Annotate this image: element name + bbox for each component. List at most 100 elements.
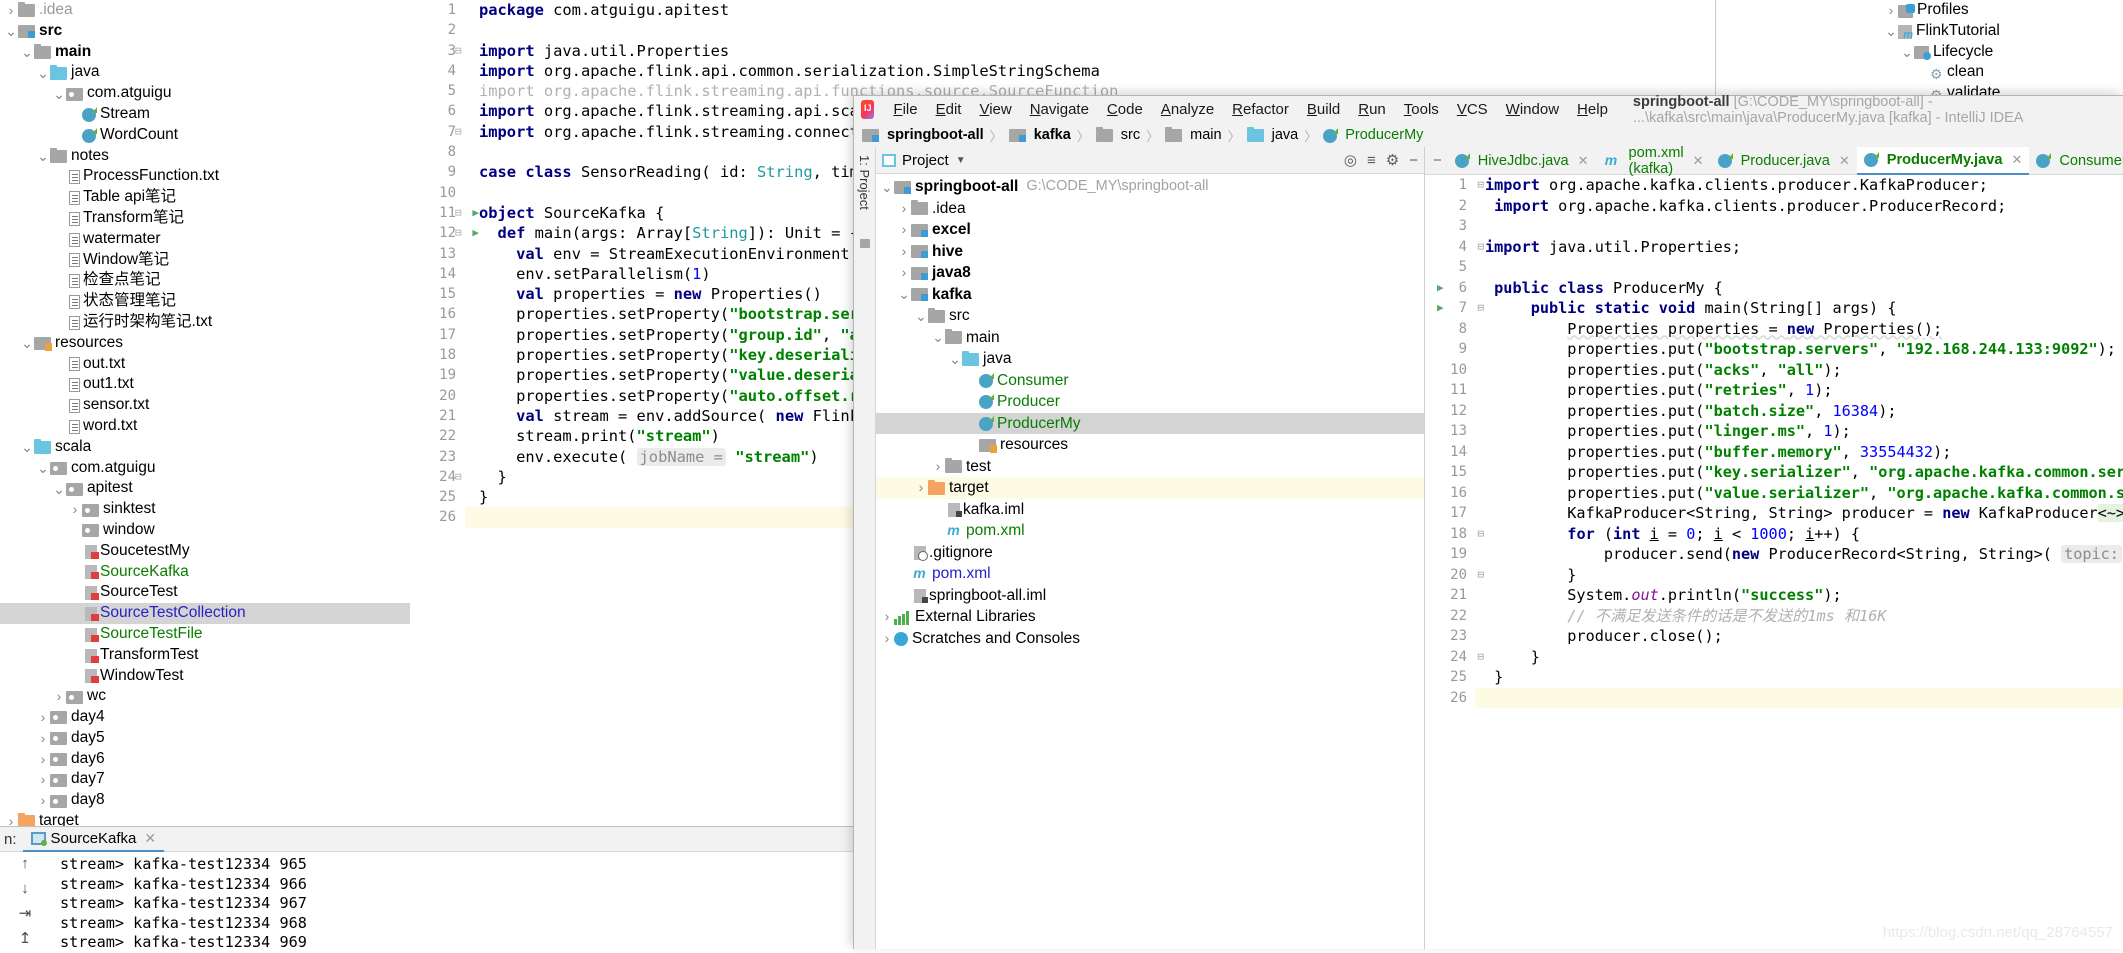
chevron-right-icon[interactable]: › [36, 707, 50, 728]
chevron-down-icon[interactable]: ⌄ [20, 336, 34, 350]
editor-tab-hivejdbc-java[interactable]: HiveJdbc.java ✕ [1448, 147, 1596, 175]
chevron-right-icon[interactable]: › [897, 198, 911, 220]
code-line[interactable]: producer.send(new ProducerRecord<String,… [1475, 544, 2123, 565]
chevron-down-icon[interactable]: ⌄ [20, 45, 34, 59]
code-line[interactable]: producer.close(); [1475, 626, 2123, 647]
tree-row[interactable]: WindowTest [0, 666, 410, 687]
tree-row[interactable]: 状态管理笔记 [0, 291, 410, 312]
menu-item-run[interactable]: Run [1349, 98, 1395, 121]
tree-row[interactable]: › day5 [0, 728, 410, 749]
console-tab-sourcekafka[interactable]: SourceKafka ✕ [22, 827, 165, 852]
tree-row[interactable]: Consumer [876, 370, 1424, 392]
tree-row[interactable]: ⌄ main [876, 327, 1424, 349]
tree-row[interactable]: Window笔记 [0, 250, 410, 271]
tree-row[interactable]: 检查点笔记 [0, 270, 410, 291]
code-line[interactable]: ⊟ import java.util.Properties [455, 41, 2123, 61]
breadcrumb-item-producermy[interactable]: ProducerMy [1323, 127, 1423, 143]
tree-row[interactable]: ⌄ springboot-all G:\CODE_MY\springboot-all [876, 176, 1424, 198]
code-fold-icon[interactable]: ⊟ [455, 203, 462, 223]
chevron-down-icon[interactable]: ⌄ [1884, 24, 1898, 38]
code-fold-icon[interactable]: ⊟ [455, 41, 462, 61]
chevron-right-icon[interactable]: › [880, 628, 894, 650]
code-line[interactable] [1475, 216, 2123, 237]
chevron-right-icon[interactable]: › [4, 811, 18, 826]
menu-bar[interactable]: FileEditViewNavigateCodeAnalyzeRefactorB… [854, 94, 2123, 126]
tree-row[interactable]: › wc [0, 686, 410, 707]
tree-row[interactable]: › Scratches and Consoles [876, 628, 1424, 650]
chevron-down-icon[interactable]: ⌄ [931, 330, 945, 344]
tree-row[interactable]: out.txt [0, 354, 410, 375]
project-tool-button[interactable]: 1: Project [857, 155, 872, 210]
code-line[interactable]: properties.put("retries", 1); [1475, 380, 2123, 401]
console-toolbar-button-0[interactable]: ↑ [14, 855, 36, 873]
code-line[interactable]: properties.put("key.serializer", "org.ap… [1475, 462, 2123, 483]
tree-row[interactable]: › day6 [0, 749, 410, 770]
code-line[interactable]: for (int i = 0; i < 1000; i++) { [1475, 524, 2123, 545]
collapse-all-icon[interactable]: ≡ [1367, 152, 1376, 169]
editor-code-area[interactable]: import org.apache.kafka.clients.producer… [1475, 175, 2123, 949]
chevron-down-icon[interactable]: ▼ [956, 155, 966, 166]
chevron-right-icon[interactable]: › [4, 0, 18, 21]
project-panel-header[interactable]: Project ▼ ◎ ≡ ⚙ − [876, 147, 1424, 174]
chevron-right-icon[interactable]: › [914, 477, 928, 499]
chevron-down-icon[interactable]: ⌄ [36, 66, 50, 80]
code-fold-icon[interactable]: ⊟ [455, 223, 462, 243]
code-fold-icon[interactable]: ⊟ [455, 122, 462, 142]
tree-row[interactable]: ⌄ main [0, 42, 410, 63]
chevron-down-icon[interactable]: ⌄ [948, 352, 962, 366]
chevron-right-icon[interactable]: › [897, 219, 911, 241]
project-tree[interactable]: ⌄ springboot-all G:\CODE_MY\springboot-all… [876, 174, 1424, 949]
code-line[interactable]: KafkaProducer<String, String> producer =… [1475, 503, 2123, 524]
tree-row[interactable]: ⌄ com.atguigu [0, 83, 410, 104]
tree-row[interactable]: › test [876, 456, 1424, 478]
code-line[interactable]: public class ProducerMy { [1475, 278, 2123, 299]
tree-row[interactable]: ⌄ java [876, 348, 1424, 370]
tree-row[interactable]: WordCount [0, 125, 410, 146]
console-side-toolbar[interactable]: ↑ ↓ ⇥ ↥ [0, 852, 50, 949]
back-project-tree[interactable]: › .idea ⌄ src ⌄ main ⌄ java ⌄ com.atguigu Stream Wo… [0, 0, 410, 826]
tree-row[interactable]: SourceTest [0, 582, 410, 603]
code-line[interactable]: properties.put("batch.size", 16384); [1475, 401, 2123, 422]
chevron-right-icon[interactable]: › [931, 456, 945, 478]
tree-row[interactable]: › .idea [876, 198, 1424, 220]
tree-row[interactable]: › target [876, 477, 1424, 499]
chevron-down-icon[interactable]: ⌄ [914, 309, 928, 323]
code-line[interactable]: import org.apache.flink.api.common.seria… [465, 61, 2123, 81]
hide-icon[interactable]: − [1409, 152, 1418, 169]
breadcrumb-item-kafka[interactable]: kafka [1008, 127, 1071, 143]
menu-item-view[interactable]: View [970, 98, 1020, 121]
tree-row[interactable]: Stream [0, 104, 410, 125]
tree-row[interactable]: › sinktest [0, 499, 410, 520]
run-gutter-icon[interactable]: ▶ [1437, 298, 1444, 319]
chevron-down-icon[interactable]: ⌄ [52, 87, 66, 101]
chevron-right-icon[interactable]: › [68, 499, 82, 520]
tree-row[interactable]: word.txt [0, 416, 410, 437]
chevron-right-icon[interactable]: › [36, 728, 50, 749]
menu-item-refactor[interactable]: Refactor [1223, 98, 1298, 121]
tree-row[interactable]: ⌄ FlinkTutorial [1880, 21, 2123, 42]
breadcrumb-item-springboot-all[interactable]: springboot-all [862, 127, 984, 143]
tree-row[interactable]: TransformTest [0, 645, 410, 666]
breadcrumb-item-main[interactable]: main [1165, 127, 1222, 143]
code-line[interactable]: } [1475, 647, 2123, 668]
tree-row[interactable]: ⌄ com.atguigu [0, 458, 410, 479]
console-toolbar-button-1[interactable]: ↓ [14, 880, 36, 898]
tree-row[interactable]: SoucetestMy [0, 541, 410, 562]
tree-row[interactable]: m pom.xml [876, 520, 1424, 542]
tree-row[interactable]: › .idea [0, 0, 410, 21]
tree-row[interactable]: › hive [876, 241, 1424, 263]
code-line[interactable]: Properties properties = new Properties()… [1475, 319, 2123, 340]
editor-gutter[interactable]: 1 ⊟ 2 3 4 ⊟ 5 6 ▶ 7 ▶ ⊟ 8 9 10 11 12 13 14 15 16 17 18 ⊟ 19 20 ⊟ 21… [1425, 175, 1484, 949]
tree-row[interactable]: watermater [0, 229, 410, 250]
editor-tab-producer-java[interactable]: Producer.java ✕ [1711, 147, 1857, 175]
menu-item-edit[interactable]: Edit [927, 98, 971, 121]
menu-item-build[interactable]: Build [1298, 98, 1349, 121]
tree-row[interactable]: ProcessFunction.txt [0, 166, 410, 187]
menu-item-code[interactable]: Code [1098, 98, 1152, 121]
close-icon[interactable]: ✕ [1578, 153, 1589, 169]
tree-row[interactable]: › java8 [876, 262, 1424, 284]
tree-row[interactable]: kafka.iml [876, 499, 1424, 521]
tree-row[interactable]: SourceKafka [0, 562, 410, 583]
editor-tab-consumer-java[interactable]: Consumer.java✕ [2029, 147, 2123, 175]
chevron-right-icon[interactable]: › [897, 241, 911, 263]
